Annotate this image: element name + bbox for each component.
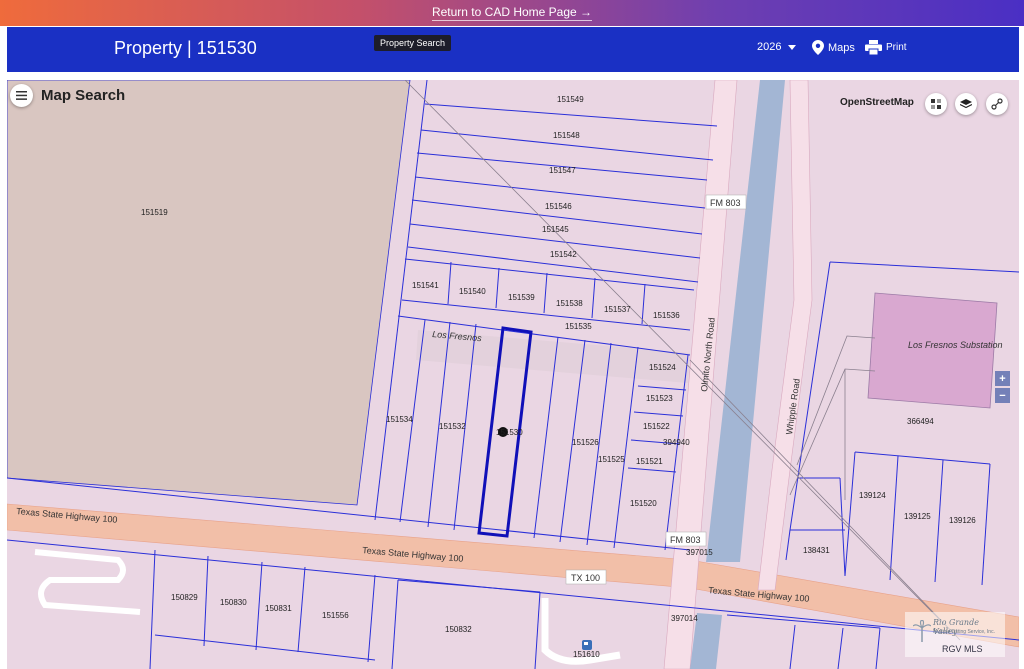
layers-icon xyxy=(960,99,972,109)
year-select[interactable]: 2026 xyxy=(757,41,797,53)
fm803-label-top: FM 803 xyxy=(710,198,741,208)
fuel-station-icon xyxy=(582,640,592,650)
parcel-label: 151536 xyxy=(653,311,680,320)
map-view[interactable]: 151549 151548 151547 151546 151545 15154… xyxy=(7,80,1019,669)
parcel-label: 151541 xyxy=(412,281,439,290)
palm-logo-icon xyxy=(913,620,931,642)
parcel-label: 151523 xyxy=(646,394,673,403)
page-title: Property | 151530 xyxy=(114,38,257,58)
parcel-label: 151530 xyxy=(496,428,523,437)
parcel-label: 151534 xyxy=(386,415,413,424)
substation-area xyxy=(867,292,998,409)
parcel-label: 151548 xyxy=(553,131,580,140)
parcel-label: 151519 xyxy=(141,208,168,217)
parcel-label: 151524 xyxy=(649,363,676,372)
parcel-label: 139124 xyxy=(859,491,886,500)
parcel-label: 151525 xyxy=(598,455,625,464)
parcel-label: 151522 xyxy=(643,422,670,431)
app-header: Property | 151530 2026 Maps Print xyxy=(7,27,1019,72)
parcel-label: 151556 xyxy=(322,611,349,620)
watermark-line2: Multiple Listing Service, Inc. xyxy=(933,629,995,635)
hamburger-icon xyxy=(16,91,27,100)
watermark-line3: RGV MLS xyxy=(942,644,983,654)
grid-icon xyxy=(931,99,941,109)
chevron-down-icon xyxy=(788,44,797,50)
print-button[interactable]: Print xyxy=(865,40,907,55)
parcel-label: 366494 xyxy=(907,417,934,426)
parcel-label: 151535 xyxy=(565,322,592,331)
arrow-right-icon: → xyxy=(580,5,593,19)
parcel-label: 151542 xyxy=(550,250,577,259)
fm803-label-bottom: FM 803 xyxy=(670,535,701,545)
basemap-toggle-button[interactable] xyxy=(925,93,947,115)
property-search-tooltip: Property Search xyxy=(374,35,452,51)
return-home-link[interactable]: Return to CAD Home Page → xyxy=(431,5,593,21)
print-label: Print xyxy=(886,42,907,53)
parcel-label: 151521 xyxy=(636,457,663,466)
parcel-label: 151610 xyxy=(573,650,600,659)
menu-button[interactable] xyxy=(10,84,33,107)
substation-label: Los Fresnos Substation xyxy=(908,340,1003,350)
parcel-label: 151526 xyxy=(572,438,599,447)
map-search-title: Map Search xyxy=(41,87,126,104)
parcel-label: 150830 xyxy=(220,598,247,607)
year-value: 2026 xyxy=(757,41,782,53)
parcel-label: 397014 xyxy=(671,614,698,623)
parcel-label: 151547 xyxy=(549,166,576,175)
parcel-label: 394940 xyxy=(663,438,690,447)
parcel-label: 397015 xyxy=(686,548,713,557)
parcel-label: 151537 xyxy=(604,305,631,314)
maps-label: Maps xyxy=(828,41,855,54)
rgv-mls-watermark: Rio Grande Valley Multiple Listing Servi… xyxy=(905,612,1005,657)
parcel-label: 150831 xyxy=(265,604,292,613)
parcel-label: 150829 xyxy=(171,593,198,602)
basemap-label: OpenStreetMap xyxy=(840,97,914,108)
return-home-label: Return to CAD Home Page xyxy=(431,5,577,19)
map-pin-icon xyxy=(812,40,824,55)
parcel-label: 151546 xyxy=(545,202,572,211)
maps-button[interactable]: Maps xyxy=(812,40,855,55)
parcel-label: 150832 xyxy=(445,625,472,634)
parcel-label: 138431 xyxy=(803,546,830,555)
parcel-label: 151532 xyxy=(439,422,466,431)
parcel-label: 151520 xyxy=(630,499,657,508)
tx100-label: TX 100 xyxy=(571,573,600,583)
parcel-label: 151538 xyxy=(556,299,583,308)
parcel-map[interactable]: 151549 151548 151547 151546 151545 15154… xyxy=(7,80,1019,669)
top-banner: Return to CAD Home Page → xyxy=(0,0,1024,26)
parcel-label: 151540 xyxy=(459,287,486,296)
measure-button[interactable] xyxy=(986,93,1008,115)
parcel-label: 139126 xyxy=(949,516,976,525)
parcel-151519-area xyxy=(7,80,411,506)
route-icon xyxy=(991,98,1003,110)
zoom-in-button[interactable]: + xyxy=(995,371,1010,386)
printer-icon xyxy=(865,40,882,55)
parcel-label: 151539 xyxy=(508,293,535,302)
zoom-out-button[interactable]: − xyxy=(995,388,1010,403)
parcel-label: 151545 xyxy=(542,225,569,234)
parcel-label: 151549 xyxy=(557,95,584,104)
layers-button[interactable] xyxy=(955,93,977,115)
parcel-label: 139125 xyxy=(904,512,931,521)
